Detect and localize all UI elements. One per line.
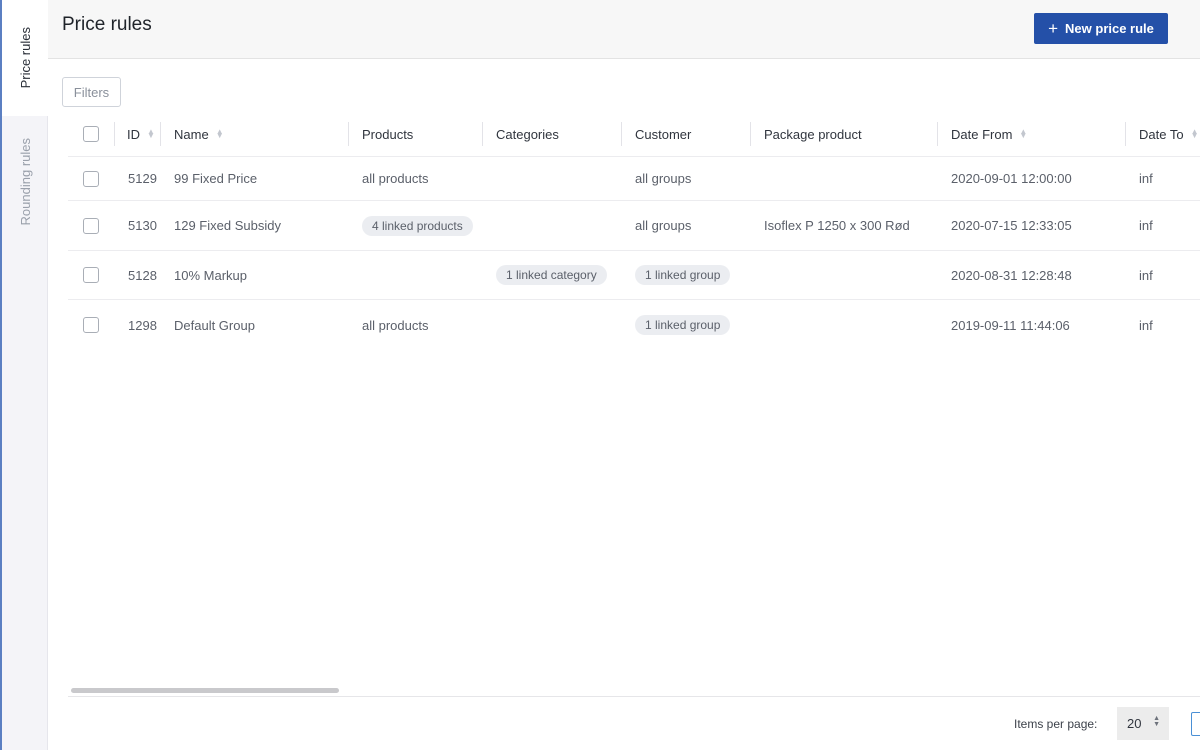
linked-group-chip[interactable]: 1 linked group [635,265,731,285]
column-header-id[interactable]: ID ▲ ▼ [127,112,155,156]
cell-date-to: inf [1139,171,1153,186]
sort-icon[interactable]: ▲ ▼ [216,128,224,140]
page-number-input[interactable] [1191,712,1200,736]
items-per-page-value: 20 [1127,716,1142,731]
column-header-customer: Customer [635,112,691,156]
cell-date-to: inf [1139,317,1153,333]
column-divider [621,122,622,146]
linked-group-chip[interactable]: 1 linked group [635,315,731,335]
tab-rounding-rules-label: Rounding rules [17,138,33,226]
linked-category-chip[interactable]: 1 linked category [496,265,607,285]
row-select-cell [83,251,99,299]
cell-date-to: inf [1139,267,1153,283]
cell-products: all products [362,171,429,186]
column-header-date-to-label: Date To [1139,126,1184,142]
cell-name[interactable]: 99 Fixed Price [174,157,257,200]
tab-price-rules[interactable]: Price rules [2,0,48,116]
cell-customer: 1 linked group [635,251,731,299]
table-row[interactable]: 5128 10% Markup 1 linked category 1 link… [68,251,1200,300]
row-checkbox[interactable] [83,267,99,283]
column-header-id-label: ID [127,126,140,142]
cell-date-from: 2019-09-11 11:44:06 [951,317,1070,333]
column-header-name-label: Name [174,126,209,142]
horizontal-scrollbar[interactable] [68,687,1200,697]
cell-customer: 1 linked group [635,300,731,350]
vertical-tab-sidebar: Price rules Rounding rules [0,0,48,750]
new-price-rule-label: New price rule [1065,21,1154,36]
column-divider [1125,122,1126,146]
cell-id: 5130 [128,218,157,233]
sort-icon[interactable]: ▲ ▼ [1191,128,1199,140]
sort-icon[interactable]: ▲ ▼ [1019,128,1027,140]
table-row[interactable]: 5129 99 Fixed Price all products all gro… [68,157,1200,201]
column-divider [114,122,115,146]
cell-package-product: Isoflex P 1250 x 300 Rød [764,218,910,233]
row-select-cell [83,201,99,250]
cell-date-from: 2020-09-01 12:00:00 [951,171,1072,186]
filters-button[interactable]: Filters [62,77,121,107]
cell-products: all products [362,317,429,333]
table-row[interactable]: 1298 Default Group all products 1 linked… [68,300,1200,350]
row-checkbox[interactable] [83,217,99,234]
stepper-arrows-icon: ▲ ▼ [1153,715,1160,728]
column-divider [160,122,161,146]
column-divider [482,122,483,146]
cell-customer: all groups [635,171,692,186]
cell-categories: 1 linked category [496,251,607,299]
price-rules-table: ID ▲ ▼ Name ▲ ▼ Products Categories Custom… [68,112,1200,350]
cell-customer: all groups [635,218,692,233]
row-checkbox[interactable] [83,170,99,187]
plus-icon: + [1048,19,1059,38]
cell-id: 1298 [128,317,157,333]
column-divider [348,122,349,146]
table-header-row: ID ▲ ▼ Name ▲ ▼ Products Categories Custom… [68,112,1200,157]
column-header-products: Products [362,112,413,156]
horizontal-scrollbar-thumb[interactable] [71,688,339,693]
select-all-cell [83,112,99,156]
items-per-page-label: Items per page: [1014,717,1098,731]
column-header-package-product-label: Package product [764,126,862,142]
page-title: Price rules [62,14,152,35]
cell-date-from: 2020-08-31 12:28:48 [951,267,1072,283]
select-all-checkbox[interactable] [83,126,99,142]
column-divider [750,122,751,146]
new-price-rule-button[interactable]: + New price rule [1034,13,1168,44]
column-divider [937,122,938,146]
cell-date-from: 2020-07-15 12:33:05 [951,218,1072,233]
cell-name[interactable]: 10% Markup [174,251,247,299]
column-header-package-product: Package product [764,112,862,156]
cell-date-to: inf [1139,218,1153,233]
row-select-cell [83,157,99,200]
page-header: Price rules + New price rule [48,0,1200,59]
column-header-products-label: Products [362,126,414,142]
column-header-date-from[interactable]: Date From ▲ ▼ [951,112,1027,156]
cell-id: 5128 [128,267,157,283]
tab-price-rules-label: Price rules [17,27,33,89]
cell-name[interactable]: Default Group [174,300,255,350]
column-header-name[interactable]: Name ▲ ▼ [174,112,224,156]
cell-id: 5129 [128,171,157,186]
row-select-cell [83,300,99,350]
column-header-categories: Categories [496,112,559,156]
table-row[interactable]: 5130 129 Fixed Subsidy 4 linked products… [68,201,1200,251]
column-header-date-from-label: Date From [951,126,1013,142]
tab-rounding-rules[interactable]: Rounding rules [2,116,48,750]
cell-name[interactable]: 129 Fixed Subsidy [174,201,281,250]
column-header-categories-label: Categories [496,126,559,142]
row-checkbox[interactable] [83,317,99,333]
cell-products: 4 linked products [362,201,473,250]
items-per-page-select[interactable]: 20 ▲ ▼ [1117,707,1169,740]
linked-products-chip[interactable]: 4 linked products [362,215,473,236]
column-header-customer-label: Customer [635,126,692,142]
column-header-date-to[interactable]: Date To ▲ ▼ [1139,112,1199,156]
sort-icon[interactable]: ▲ ▼ [147,128,155,140]
